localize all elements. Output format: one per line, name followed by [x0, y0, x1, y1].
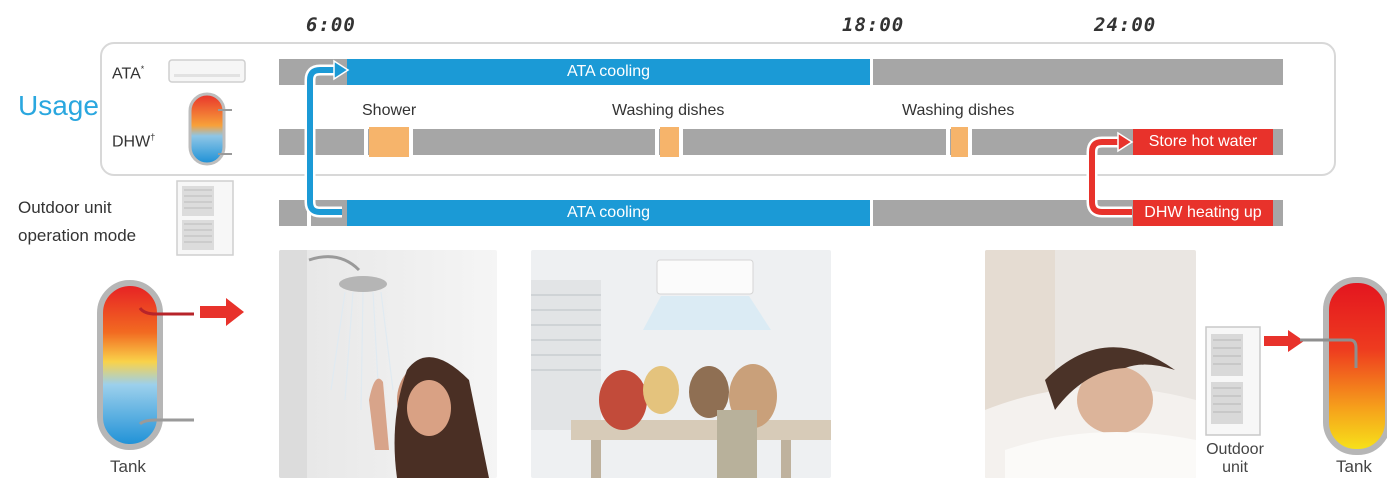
dhw-bar-divider [679, 127, 683, 157]
washing-dishes-event-marker [951, 127, 968, 157]
kids-table-photo [531, 250, 831, 478]
outdoor-caption-line2: unit [1222, 459, 1248, 476]
tank-left-caption: Tank [110, 457, 146, 476]
washing-dishes-label-1: Washing dishes [612, 102, 725, 119]
ata-cooling-segment-top: ATA cooling [347, 59, 870, 85]
dhw-bar-divider [409, 127, 413, 157]
shower-photo [279, 250, 497, 478]
washing-dishes-label-2: Washing dishes [902, 102, 1015, 119]
tank-right-caption: Tank [1336, 457, 1372, 476]
ata-bar-gray-end [873, 59, 1283, 85]
washing-dishes-event-marker [660, 127, 679, 157]
dhw-heating-up-segment: DHW heating up [1133, 200, 1273, 226]
dhw-bar-divider [968, 127, 972, 157]
air-conditioner-icon [168, 56, 246, 88]
shower-label: Shower [362, 102, 417, 119]
dhw-bar-divider [946, 127, 950, 157]
dhw-label-sup: † [150, 132, 156, 142]
outdoor-unit-right-icon [1205, 326, 1261, 438]
outdoor-caption: Outdoor unit [1205, 441, 1265, 477]
flow-arrow-left [200, 298, 244, 326]
sleeping-photo [985, 250, 1196, 478]
cooling-connector-arrow [304, 59, 350, 218]
dhw-row-label: DHW† [112, 132, 155, 151]
time-label-6: 6:00 [306, 14, 356, 36]
usage-label: Usage [18, 90, 99, 121]
dhw-bar-divider [364, 127, 368, 157]
outdoor-label-line1: Outdoor unit [18, 198, 112, 217]
outdoor-unit-icon [176, 180, 234, 258]
tank-right-icon [1300, 276, 1387, 456]
heating-connector-arrow [1086, 131, 1134, 218]
dhw-label-text: DHW [112, 133, 151, 151]
time-label-24: 24:00 [1094, 14, 1157, 36]
dhw-bar-divider [655, 127, 659, 157]
tank-left-icon [96, 280, 196, 450]
outdoor-row-label: Outdoor unit operation mode [18, 194, 136, 250]
small-tank-icon [188, 92, 234, 166]
ata-cooling-segment-bottom: ATA cooling [347, 200, 870, 226]
time-label-18: 18:00 [842, 14, 905, 36]
ata-row-label: ATA* [112, 64, 144, 83]
ata-label-text: ATA [112, 65, 141, 83]
flow-arrow-right [1264, 330, 1304, 352]
ata-label-sup: * [140, 64, 145, 74]
store-hot-water-segment: Store hot water [1133, 129, 1273, 155]
outdoor-caption-line1: Outdoor [1206, 441, 1264, 458]
shower-event-marker [369, 127, 409, 157]
outdoor-label-line2: operation mode [18, 226, 137, 245]
